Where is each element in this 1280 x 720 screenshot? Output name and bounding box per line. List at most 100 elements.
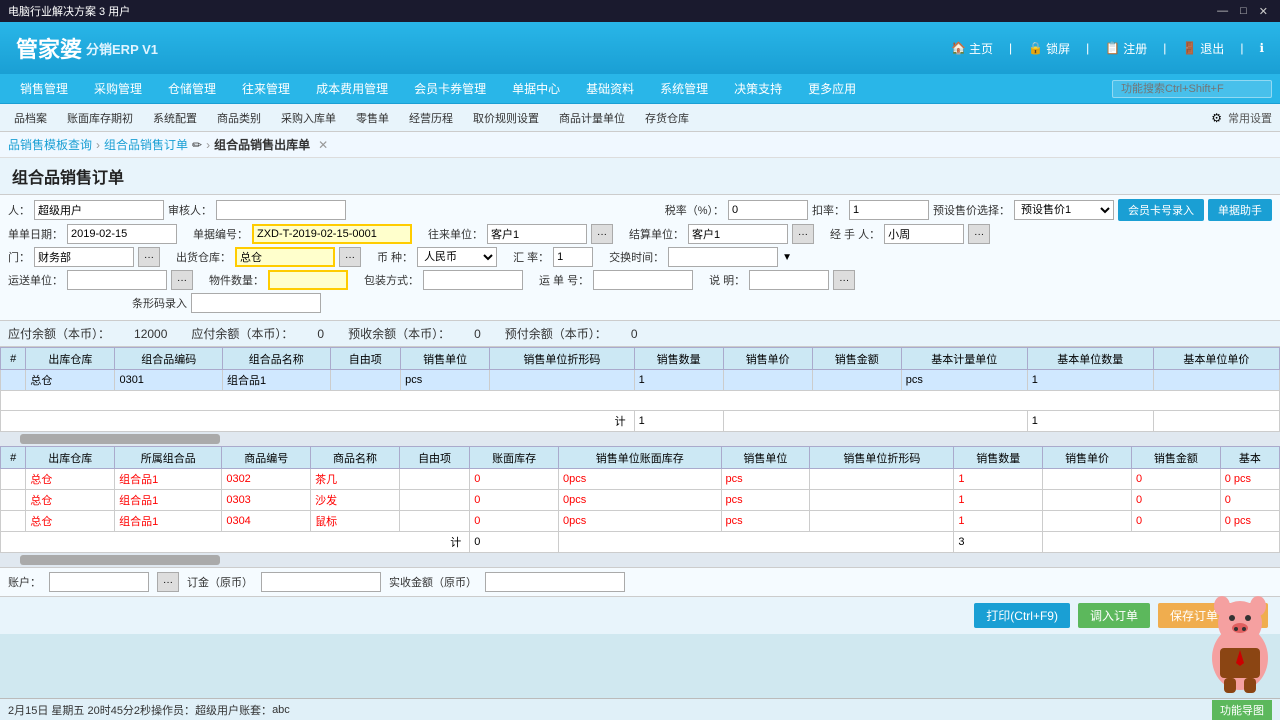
- total-qty: 1: [634, 411, 723, 432]
- remark-label: 说 明：: [709, 272, 745, 288]
- import-button[interactable]: 调入订单: [1078, 603, 1150, 628]
- info-link[interactable]: ℹ: [1259, 41, 1264, 55]
- subnav-price-rules[interactable]: 取价规则设置: [467, 108, 545, 128]
- status-account: abc: [272, 704, 290, 716]
- dept-btn[interactable]: ···: [138, 247, 160, 267]
- date-label: 单单日期：: [8, 226, 63, 242]
- lock-link[interactable]: 🔒 锁屏: [1028, 40, 1070, 57]
- main-table-scrollbar[interactable]: [0, 432, 1280, 446]
- price-select[interactable]: 预设售价1: [1014, 200, 1114, 220]
- main-th-qty: 销售数量: [634, 348, 723, 370]
- subnav-account-init[interactable]: 账面库存期初: [61, 108, 139, 128]
- detail-th-name: 商品名称: [311, 447, 400, 469]
- nav-basic[interactable]: 基础资料: [574, 76, 646, 101]
- member-card-button[interactable]: 会员卡号录入: [1118, 199, 1204, 221]
- detail-th-amount: 销售金额: [1131, 447, 1220, 469]
- breadcrumb-item-2[interactable]: 组合品销售订单: [104, 136, 188, 153]
- nav-search-input[interactable]: [1112, 80, 1272, 98]
- qty-label: 物件数量：: [209, 272, 264, 288]
- settle-unit-btn[interactable]: ···: [792, 224, 814, 244]
- remark-btn[interactable]: ···: [833, 270, 855, 290]
- to-unit-input[interactable]: [487, 224, 587, 244]
- qty-input[interactable]: [268, 270, 348, 290]
- nav-cost[interactable]: 成本费用管理: [304, 76, 400, 101]
- shipping-unit-input[interactable]: [67, 270, 167, 290]
- detail-th-free: 自由项: [399, 447, 469, 469]
- close-button[interactable]: ✕: [1255, 5, 1272, 18]
- subnav-stock[interactable]: 存货仓库: [639, 108, 695, 128]
- warehouse-input[interactable]: [235, 247, 335, 267]
- detail-th-sale-unit: 销售单位: [721, 447, 810, 469]
- detail-table-scrollbar[interactable]: [0, 553, 1280, 567]
- detail-table-row-3[interactable]: 总仓 组合品1 0304 鼠标 0 0pcs pcs 1 0 0 pcs: [1, 511, 1280, 532]
- main-table-row[interactable]: 总仓 0301 组合品1 pcs 1 pcs 1: [1, 370, 1280, 391]
- discount-input[interactable]: [849, 200, 929, 220]
- nav-decision[interactable]: 决策支持: [722, 76, 794, 101]
- home-link[interactable]: 🏠 主页: [951, 40, 993, 57]
- register-link[interactable]: 📋 注册: [1105, 40, 1147, 57]
- dept-input[interactable]: [34, 247, 134, 267]
- maximize-button[interactable]: □: [1236, 5, 1251, 18]
- operator-input[interactable]: [34, 200, 164, 220]
- detail-th-price: 销售单价: [1043, 447, 1132, 469]
- exchange-input[interactable]: [553, 247, 593, 267]
- subnav-history[interactable]: 经营历程: [403, 108, 459, 128]
- handler-input[interactable]: [884, 224, 964, 244]
- nav-voucher[interactable]: 单据中心: [500, 76, 572, 101]
- account-btn[interactable]: ···: [157, 572, 179, 592]
- detail-table-row-2[interactable]: 总仓 组合品1 0303 沙发 0 0pcs pcs 1 0 0: [1, 490, 1280, 511]
- date-input[interactable]: [67, 224, 177, 244]
- tax-rate-label: 税率（%）：: [665, 202, 724, 218]
- main-th-price: 销售单价: [723, 348, 812, 370]
- settle-unit-input[interactable]: [688, 224, 788, 244]
- detail-th-sale-stock: 销售单位账面库存: [559, 447, 722, 469]
- minimize-button[interactable]: —: [1213, 5, 1232, 18]
- order-amount-input[interactable]: [261, 572, 381, 592]
- nav-more[interactable]: 更多应用: [796, 76, 868, 101]
- docnum-label: 单据编号：: [193, 226, 248, 242]
- subnav-category[interactable]: 商品类别: [211, 108, 267, 128]
- remark-input[interactable]: [749, 270, 829, 290]
- main-th-amount: 销售金额: [812, 348, 901, 370]
- nav-sales[interactable]: 销售管理: [8, 76, 80, 101]
- to-unit-btn[interactable]: ···: [591, 224, 613, 244]
- breadcrumb-close-icon[interactable]: ✕: [318, 138, 328, 152]
- actual-amount-input[interactable]: [485, 572, 625, 592]
- nav-system[interactable]: 系统管理: [648, 76, 720, 101]
- cell-sale-unit: pcs: [401, 370, 490, 391]
- status-account-label: 账套：: [239, 702, 272, 718]
- account-input[interactable]: [49, 572, 149, 592]
- sub-nav: 品档案 账面库存期初 系统配置 商品类别 采购入库单 零售单 经营历程 取价规则…: [0, 104, 1280, 132]
- breadcrumb-item-1[interactable]: 品销售模板查询: [8, 136, 92, 153]
- subnav-config[interactable]: 系统配置: [147, 108, 203, 128]
- package-input[interactable]: [423, 270, 523, 290]
- assist-button[interactable]: 单据助手: [1208, 199, 1272, 221]
- subnav-retail[interactable]: 零售单: [350, 108, 395, 128]
- nav-member[interactable]: 会员卡券管理: [402, 76, 498, 101]
- nav-warehouse[interactable]: 仓储管理: [156, 76, 228, 101]
- status-bar: 2月15日 星期五 20时45分2秒 操作员： 超级用户 账套： abc 功能导…: [0, 698, 1280, 720]
- subnav-unit[interactable]: 商品计量单位: [553, 108, 631, 128]
- docnum-input[interactable]: [252, 224, 412, 244]
- logo-subtitle: 分销ERP V1: [86, 39, 158, 58]
- main-table-total-row: 计 1 1: [1, 411, 1280, 432]
- shipping-unit-btn[interactable]: ···: [171, 270, 193, 290]
- approver-input[interactable]: [216, 200, 346, 220]
- tax-rate-input[interactable]: [728, 200, 808, 220]
- cell-free: [330, 370, 401, 391]
- barcode-input[interactable]: [191, 293, 321, 313]
- currency-select[interactable]: 人民币: [417, 247, 497, 267]
- print-button[interactable]: 打印(Ctrl+F9): [974, 603, 1070, 628]
- subnav-purchase-in[interactable]: 采购入库单: [275, 108, 342, 128]
- nav-purchase[interactable]: 采购管理: [82, 76, 154, 101]
- settings-label[interactable]: 常用设置: [1228, 110, 1272, 126]
- subnav-product[interactable]: 品档案: [8, 108, 53, 128]
- help-map-button[interactable]: 功能导图: [1212, 700, 1272, 720]
- warehouse-btn[interactable]: ···: [339, 247, 361, 267]
- handler-btn[interactable]: ···: [968, 224, 990, 244]
- logout-link[interactable]: 🚪 退出: [1182, 40, 1224, 57]
- trans-time-input[interactable]: [668, 247, 778, 267]
- delivery-input[interactable]: [593, 270, 693, 290]
- detail-table-row-1[interactable]: 总仓 组合品1 0302 茶几 0 0pcs pcs 1 0 0 pcs: [1, 469, 1280, 490]
- nav-transaction[interactable]: 往来管理: [230, 76, 302, 101]
